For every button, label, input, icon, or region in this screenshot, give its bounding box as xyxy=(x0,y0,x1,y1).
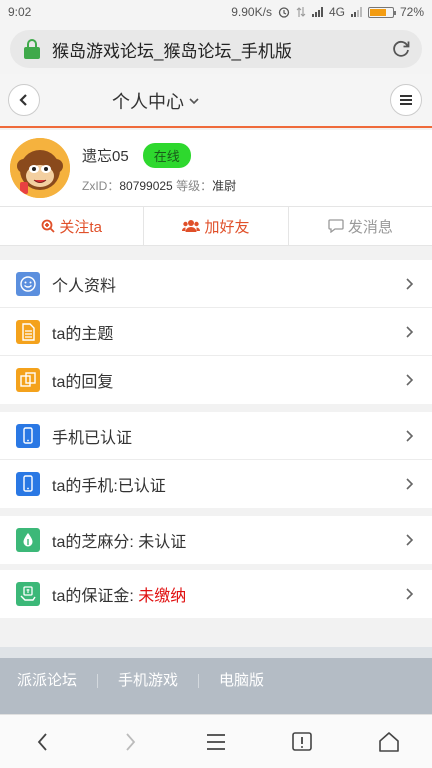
chevron-right-icon xyxy=(406,534,414,546)
phone-icon xyxy=(16,423,40,448)
menu-button[interactable] xyxy=(390,84,422,116)
profile-card: 遗忘05 在线 ZxID：80799025 等级：准尉 xyxy=(0,130,432,206)
back-button[interactable] xyxy=(8,84,40,116)
smile-icon xyxy=(16,271,40,296)
footer-links: 派派论坛 手机游戏 电脑版 xyxy=(0,658,432,704)
menu-label: ta的芝麻分: 未认证 xyxy=(52,534,187,551)
id-label: ZxID： xyxy=(82,178,120,193)
id-value: 80799025 xyxy=(119,178,173,193)
alarm-icon xyxy=(278,7,290,18)
level-value: 准尉 xyxy=(212,178,237,193)
nav-back-button[interactable] xyxy=(23,722,63,762)
menu-item-user-phone[interactable]: ta的手机:已认证 xyxy=(0,460,432,508)
footer-bottom xyxy=(0,704,432,714)
menu-label: 手机已认证 xyxy=(52,429,133,447)
menu-group-profile: 个人资料 ta的主题 ta的回复 xyxy=(0,260,432,404)
chevron-down-icon xyxy=(189,98,199,105)
menu-label: ta的回复 xyxy=(52,374,114,391)
users-icon xyxy=(182,220,201,232)
nav-home-button[interactable] xyxy=(369,722,409,762)
footer-divider xyxy=(0,647,432,658)
network-type: 4G xyxy=(328,5,345,19)
avatar[interactable] xyxy=(10,138,70,198)
username: 遗忘05 xyxy=(82,147,129,165)
chevron-right-icon xyxy=(406,278,414,290)
sesame-credit-icon xyxy=(16,528,40,552)
data-arrows-icon xyxy=(296,7,306,17)
monkey-avatar-icon xyxy=(10,138,70,198)
menu-label: ta的主题 xyxy=(52,325,114,343)
menu-item-profile-info[interactable]: 个人资料 xyxy=(0,260,432,308)
nav-forward-button[interactable] xyxy=(110,722,150,762)
address-field[interactable]: 猴岛游戏论坛_猴岛论坛_手机版 xyxy=(10,30,422,68)
menu-item-threads[interactable]: ta的主题 xyxy=(0,308,432,356)
chevron-right-icon xyxy=(406,430,414,442)
message-button[interactable]: 发消息 xyxy=(289,207,432,245)
chevron-right-icon xyxy=(406,374,414,386)
follow-button[interactable]: 关注ta xyxy=(0,207,145,245)
menu-item-phone-verified[interactable]: 手机已认证 xyxy=(0,412,432,460)
menu-item-deposit[interactable]: ta的保证金: 未缴纳 xyxy=(0,570,432,618)
chevron-right-icon xyxy=(406,588,414,600)
menu-group-sesame: ta的芝麻分: 未认证 xyxy=(0,516,432,564)
footer-link-mobile-games[interactable]: 手机游戏 xyxy=(118,673,200,688)
add-friend-label: 加好友 xyxy=(204,218,250,236)
reload-icon[interactable] xyxy=(390,38,412,60)
menu-label: 个人资料 xyxy=(52,277,117,295)
message-label: 发消息 xyxy=(347,218,393,236)
status-bar: 9:02 9.90K/s 4G 72% xyxy=(0,0,432,24)
hamburger-icon xyxy=(206,733,225,750)
nav-tabs-button[interactable] xyxy=(282,722,322,762)
menu-group-deposit: ta的保证金: 未缴纳 xyxy=(0,570,432,618)
menu-label: ta的手机:已认证 xyxy=(52,478,166,495)
chevron-left-icon xyxy=(19,94,27,106)
hamburger-icon xyxy=(400,95,412,105)
lock-icon xyxy=(24,39,40,59)
chevron-right-icon xyxy=(125,732,135,751)
home-icon xyxy=(378,731,399,752)
add-friend-button[interactable]: 加好友 xyxy=(144,207,289,245)
profile-actions: 关注ta 加好友 发消息 xyxy=(0,206,432,246)
menu-group-phone: 手机已认证 ta的手机:已认证 xyxy=(0,412,432,508)
chevron-right-icon xyxy=(406,326,414,338)
deposit-status: 未缴纳 xyxy=(138,588,187,605)
follow-label: 关注ta xyxy=(59,218,102,236)
deposit-hand-icon xyxy=(16,582,40,606)
footer-link-desktop[interactable]: 电脑版 xyxy=(219,673,284,688)
signal-icon-2 xyxy=(350,7,362,17)
user-meta: ZxID：80799025 等级：准尉 xyxy=(82,177,236,194)
signal-icon xyxy=(311,7,323,17)
online-badge: 在线 xyxy=(142,142,191,168)
header-title-dropdown[interactable]: 个人中心 xyxy=(112,88,200,114)
tabs-icon xyxy=(292,731,313,751)
chat-bubble-icon xyxy=(328,219,344,233)
browser-nav-bar xyxy=(0,714,432,768)
network-speed: 9.90K/s xyxy=(231,5,272,19)
phone-icon xyxy=(16,472,40,496)
page-title: 个人中心 xyxy=(112,92,184,112)
battery-percent: 72% xyxy=(399,5,424,19)
battery-icon xyxy=(367,6,396,18)
menu-label: ta的保证金: 未缴纳 xyxy=(52,582,186,606)
level-label: 等级： xyxy=(176,178,213,193)
copy-icon xyxy=(16,368,40,392)
document-icon xyxy=(16,319,40,344)
page-title-text[interactable]: 猴岛游戏论坛_猴岛论坛_手机版 xyxy=(52,37,390,62)
follow-icon xyxy=(42,219,56,233)
chevron-left-icon xyxy=(37,732,47,751)
footer-link-paipai[interactable]: 派派论坛 xyxy=(17,673,99,688)
chevron-right-icon xyxy=(406,478,414,490)
menu-item-replies[interactable]: ta的回复 xyxy=(0,356,432,404)
url-bar: 猴岛游戏论坛_猴岛论坛_手机版 xyxy=(0,24,432,74)
status-time: 9:02 xyxy=(8,5,32,19)
nav-menu-button[interactable] xyxy=(196,722,236,762)
menu-item-sesame-score[interactable]: ta的芝麻分: 未认证 xyxy=(0,516,432,564)
deposit-prefix: ta的保证金: xyxy=(52,588,139,605)
page-header: 个人中心 xyxy=(0,74,432,128)
